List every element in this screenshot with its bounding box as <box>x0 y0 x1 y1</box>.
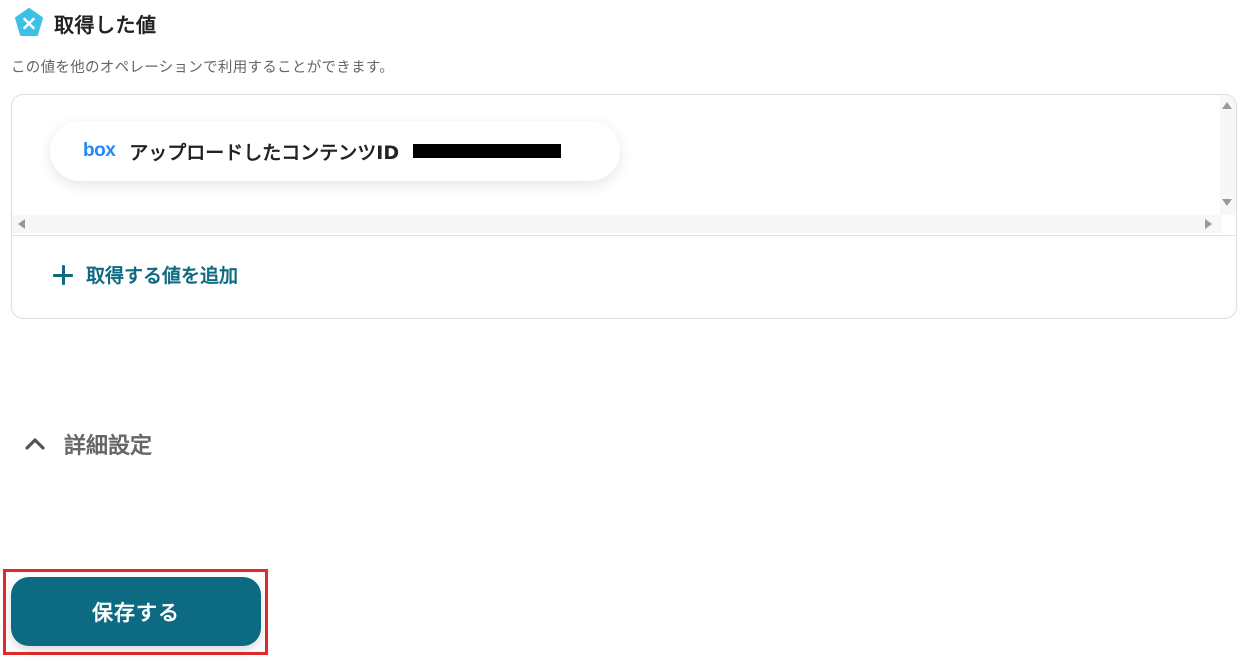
page: 取得した値 この値を他のオペレーションで利用することができます。 box アップ… <box>0 0 1247 660</box>
scroll-left-icon[interactable] <box>18 219 25 229</box>
horizontal-scrollbar[interactable] <box>12 215 1222 233</box>
chevron-up-icon <box>25 438 45 450</box>
redacted-value <box>413 144 562 158</box>
detail-settings-toggle[interactable]: 詳細設定 <box>22 428 152 460</box>
values-card: box アップロードしたコンテンツID 取得する値を追加 <box>11 94 1237 319</box>
add-value-label: 取得する値を追加 <box>86 265 239 287</box>
section-header: 取得した値 <box>14 6 157 40</box>
scroll-up-icon[interactable] <box>1222 102 1232 109</box>
detail-settings-label: 詳細設定 <box>64 434 153 459</box>
plus-icon <box>52 264 74 286</box>
x-variable-icon <box>15 8 43 36</box>
value-label: アップロードしたコンテンツID <box>129 141 400 164</box>
section-title: 取得した値 <box>54 12 157 37</box>
box-logo: box <box>83 140 116 161</box>
save-button[interactable]: 保存する <box>11 577 261 646</box>
add-value-button[interactable]: 取得する値を追加 <box>52 261 238 288</box>
scroll-down-icon[interactable] <box>1222 199 1232 206</box>
scroll-right-icon[interactable] <box>1205 219 1212 229</box>
values-scroll-area[interactable]: box アップロードしたコンテンツID <box>12 95 1236 236</box>
vertical-scrollbar[interactable] <box>1220 95 1236 215</box>
value-pill[interactable]: box アップロードしたコンテンツID <box>50 121 620 181</box>
section-description: この値を他のオペレーションで利用することができます。 <box>11 60 395 76</box>
